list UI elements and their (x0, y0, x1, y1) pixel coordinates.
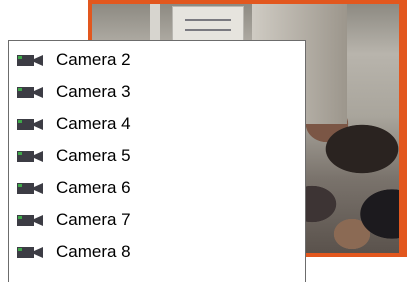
camera-item-label: Camera 7 (56, 210, 131, 229)
camera-item-label: Camera 6 (56, 178, 131, 197)
camera-list-item[interactable]: Camera 3 (9, 77, 305, 107)
camera-list-item[interactable]: Camera 2 (9, 45, 305, 75)
camera-list-item[interactable]: Camera 8 (9, 237, 305, 267)
video-camera-icon (17, 118, 43, 130)
video-camera-icon (17, 246, 43, 258)
camera-dropdown-list[interactable]: Camera 2 Camera 3 Camera 4 Camera 5 Came… (8, 40, 306, 282)
camera-list-item[interactable]: Camera 6 (9, 173, 305, 203)
camera-item-label: Camera 3 (56, 82, 131, 101)
camera-list-item[interactable]: Camera 5 (9, 141, 305, 171)
camera-item-label: Camera 8 (56, 242, 131, 261)
video-camera-icon (17, 182, 43, 194)
video-camera-icon (17, 86, 43, 98)
camera-item-label: Camera 5 (56, 146, 131, 165)
video-camera-icon (17, 54, 43, 66)
camera-item-label: Camera 4 (56, 114, 131, 133)
camera-list-item[interactable]: Camera 4 (9, 109, 305, 139)
camera-list-item[interactable]: Camera 7 (9, 205, 305, 235)
video-camera-icon (17, 214, 43, 226)
video-camera-icon (17, 150, 43, 162)
camera-item-label: Camera 2 (56, 50, 131, 69)
